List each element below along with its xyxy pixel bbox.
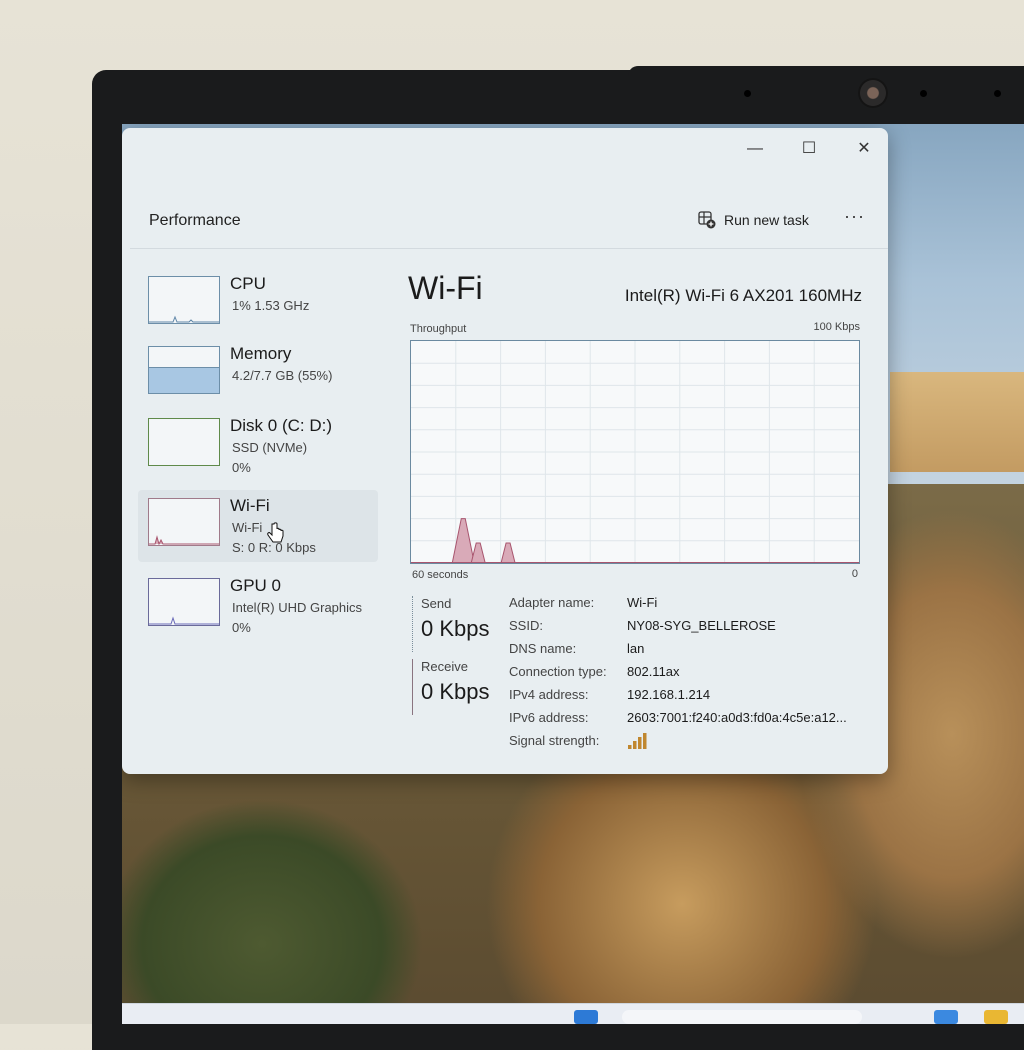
sidebar-item-disk[interactable]: Disk 0 (C: D:) SSD (NVMe) 0%	[138, 410, 378, 482]
cpu-thumbnail	[148, 276, 220, 324]
wallpaper-building	[890, 372, 1024, 472]
sidebar-item-detail: Intel(R) UHD Graphics	[232, 600, 363, 615]
property-row: IPv4 address: 192.168.1.214	[509, 687, 888, 710]
property-value: lan	[627, 641, 645, 656]
memory-thumbnail	[148, 346, 220, 394]
property-key: Connection type:	[509, 664, 607, 679]
signal-bar	[643, 733, 647, 749]
property-row: Adapter name: Wi-Fi	[509, 595, 888, 618]
performance-detail-panel: Wi-Fi Intel(R) Wi-Fi 6 AX201 160MHz Thro…	[392, 252, 888, 772]
disk-thumbnail	[148, 418, 220, 466]
sidebar-item-detail: 1% 1.53 GHz	[232, 298, 310, 313]
more-options-button[interactable]: ···	[844, 206, 865, 227]
property-key: IPv6 address:	[509, 710, 589, 725]
sidebar-item-cpu[interactable]: CPU 1% 1.53 GHz	[138, 268, 378, 340]
sensor-dot	[920, 90, 927, 97]
throughput-peak	[470, 542, 486, 563]
gpu-thumbnail	[148, 578, 220, 626]
property-key: DNS name:	[509, 641, 577, 656]
graph-axis-label: Throughput	[410, 323, 467, 335]
property-key: SSID:	[509, 618, 543, 633]
sidebar-item-memory[interactable]: Memory 4.2/7.7 GB (55%)	[138, 338, 378, 410]
sidebar-item-label: CPU	[230, 274, 266, 293]
search-box[interactable]	[622, 1010, 862, 1024]
throughput-peak	[500, 542, 516, 563]
sidebar-item-label: GPU 0	[230, 576, 282, 595]
taskbar	[122, 1003, 1024, 1024]
property-row: DNS name: lan	[509, 641, 888, 664]
title-bar[interactable]: — ☐ ✕	[122, 128, 888, 188]
sidebar-item-gpu[interactable]: GPU 0 Intel(R) UHD Graphics 0%	[138, 570, 378, 642]
property-value: NY08-SYG_BELLEROSE	[627, 618, 776, 633]
property-key: Signal strength:	[509, 733, 600, 748]
wifi-thumbnail	[148, 498, 220, 546]
property-row: Signal strength:	[509, 733, 888, 756]
memory-usage-fill	[149, 366, 219, 393]
sidebar-item-label: Disk 0 (C: D:)	[230, 416, 332, 435]
task-manager-window: — ☐ ✕ Performance Run new task ··· CPU 1…	[122, 128, 888, 774]
minimize-button[interactable]: —	[740, 138, 770, 160]
signal-bar	[633, 741, 637, 749]
screen: — ☐ ✕ Performance Run new task ··· CPU 1…	[122, 124, 1024, 1024]
signal-bar	[638, 737, 642, 749]
throughput-chart	[411, 341, 859, 563]
property-row: Connection type: 802.11ax	[509, 664, 888, 687]
sidebar-item-label: Memory	[230, 344, 292, 363]
command-bar: Performance Run new task ···	[130, 192, 888, 249]
graph-min-label: 0	[851, 568, 858, 580]
sidebar-item-detail: 4.2/7.7 GB (55%)	[232, 368, 333, 383]
bezel-top	[628, 66, 1024, 90]
sidebar-item-detail: SSD (NVMe)	[232, 440, 308, 455]
folder-icon[interactable]	[984, 1010, 1008, 1024]
webcam	[858, 78, 888, 108]
send-label: Send	[421, 596, 452, 611]
property-key: IPv4 address:	[509, 687, 589, 702]
receive-value: 0 Kbps	[421, 679, 490, 704]
property-value: 192.168.1.214	[627, 687, 711, 702]
hand-cursor-icon	[267, 522, 284, 543]
sidebar-item-detail: Wi-Fi	[232, 520, 263, 535]
sidebar-item-wifi[interactable]: Wi-Fi Wi-Fi S: 0 R: 0 Kbps	[138, 490, 378, 562]
property-value: Wi-Fi	[627, 595, 658, 610]
run-new-task-label: Run new task	[724, 212, 809, 228]
send-value: 0 Kbps	[421, 616, 490, 641]
sidebar-item-label: Wi-Fi	[230, 496, 270, 515]
sidebar-item-detail: 0%	[232, 460, 251, 475]
throughput-graph	[410, 340, 860, 564]
property-key: Adapter name:	[509, 595, 595, 610]
adapter-model: Intel(R) Wi-Fi 6 AX201 160MHz	[624, 286, 862, 305]
send-stat: Send 0 Kbps	[412, 596, 501, 652]
property-value: 802.11ax	[627, 664, 680, 679]
close-button[interactable]: ✕	[849, 138, 879, 160]
sensor-dot	[744, 90, 751, 97]
property-row: SSID: NY08-SYG_BELLEROSE	[509, 618, 888, 641]
graph-time-label: 60 seconds	[412, 569, 469, 581]
page-title: Performance	[149, 212, 241, 229]
sidebar: CPU 1% 1.53 GHz Memory 4.2/7.7 GB (55%) …	[130, 252, 380, 772]
browser-icon[interactable]	[934, 1010, 958, 1024]
run-new-task-button[interactable]: Run new task	[698, 204, 828, 236]
resource-title: Wi-Fi	[408, 270, 483, 306]
signal-strength-icon	[627, 733, 647, 749]
sidebar-item-detail: 0%	[232, 620, 251, 635]
sensor-dot	[994, 90, 1001, 97]
signal-bar	[628, 745, 632, 749]
graph-max-label: 100 Kbps	[813, 321, 860, 333]
property-value: 2603:7001:f240:a0d3:fd0a:4c5e:a12...	[627, 710, 847, 725]
receive-label: Receive	[421, 659, 468, 674]
property-row: IPv6 address: 2603:7001:f240:a0d3:fd0a:4…	[509, 710, 888, 733]
maximize-button[interactable]: ☐	[794, 138, 824, 160]
receive-stat: Receive 0 Kbps	[412, 659, 501, 715]
start-icon[interactable]	[574, 1010, 598, 1024]
run-task-icon	[698, 211, 716, 229]
